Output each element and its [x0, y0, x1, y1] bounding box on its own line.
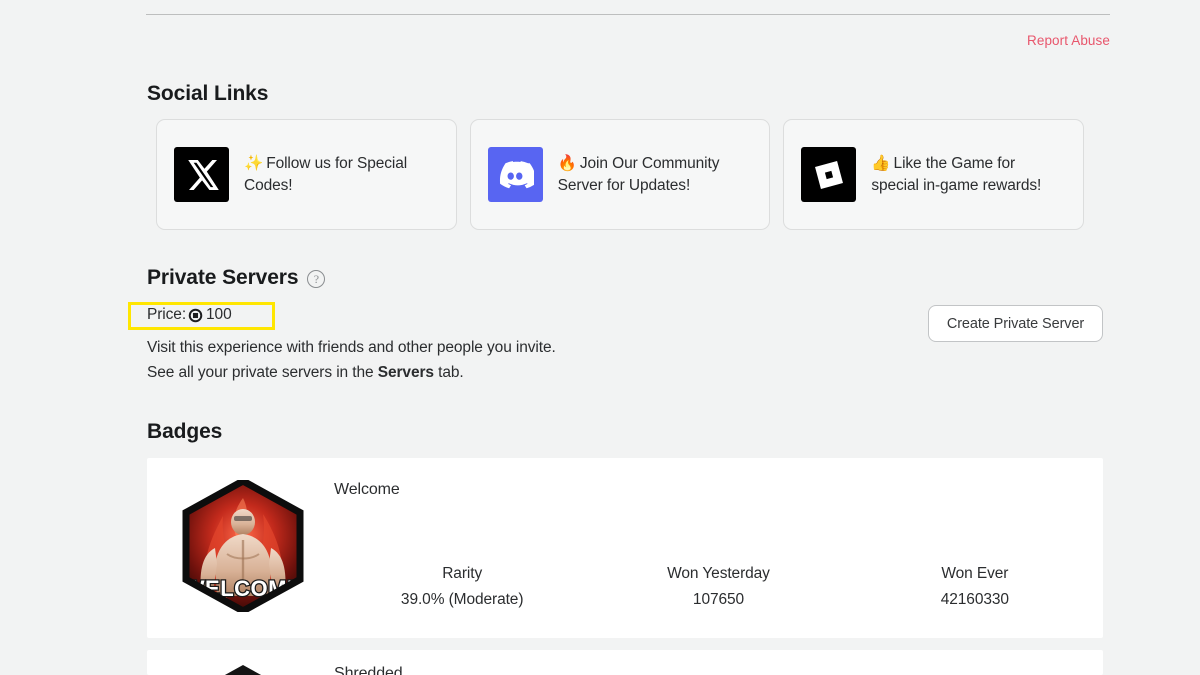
- x-twitter-icon: [174, 147, 229, 202]
- social-card-roblox[interactable]: 👍 Like the Game for special in-game rewar…: [783, 119, 1085, 230]
- social-card-x-label: ✨ Follow us for Special Codes!: [244, 154, 408, 194]
- badge-thumbnail-wrap: WELCOME: [169, 472, 317, 638]
- badge-details: Shredded: [317, 660, 1103, 675]
- question-mark-icon[interactable]: ?: [307, 270, 326, 288]
- badge-row[interactable]: Shredded: [147, 650, 1103, 675]
- badge-stat-rarity-value: 39.0% (Moderate): [400, 591, 524, 608]
- social-card-x[interactable]: ✨ Follow us for Special Codes!: [156, 119, 457, 230]
- badge-thumbnail-shredded[interactable]: [177, 664, 309, 675]
- section-divider: [146, 14, 1110, 15]
- badge-stat-won-ever: Won Ever 42160330: [847, 565, 1103, 609]
- sparkles-emoji: ✨: [244, 154, 264, 172]
- experience-details-page: Report Abuse Social Links ✨ Follow us for…: [0, 0, 1200, 675]
- badge-stat-won-ever-value: 42160330: [940, 591, 1009, 608]
- badge-stat-won-yesterday: Won Yesterday 107650: [590, 565, 846, 609]
- social-links-heading: Social Links: [147, 82, 269, 105]
- social-card-roblox-label: 👍 Like the Game for special in-game rewar…: [871, 154, 1042, 194]
- private-server-price: Price: 100: [147, 306, 232, 324]
- thumbs-up-emoji: 👍: [871, 154, 891, 172]
- social-card-discord[interactable]: 🔥 Join Our Community Server for Updates!: [469, 119, 771, 230]
- badge-thumbnail-welcome[interactable]: WELCOME: [177, 480, 309, 612]
- fire-emoji: 🔥: [557, 154, 577, 172]
- badge-title[interactable]: Shredded: [334, 660, 1103, 675]
- roblox-icon: [801, 147, 857, 202]
- badge-row-inner: Shredded: [147, 650, 1103, 675]
- report-abuse-link[interactable]: Report Abuse: [1027, 33, 1110, 48]
- badge-stat-rarity: Rarity 39.0% (Moderate): [334, 565, 590, 609]
- badges-heading: Badges: [147, 420, 223, 443]
- private-servers-desc-line-1: Visit this experience with friends and o…: [147, 339, 556, 356]
- price-value: 100: [206, 306, 232, 323]
- badge-thumbnail-wrap: [169, 660, 317, 675]
- badge-stat-won-yesterday-label: Won Yesterday: [667, 565, 770, 582]
- badge-details: Welcome Rarity 39.0% (Moderate) Won Yest…: [317, 472, 1103, 638]
- badge-row[interactable]: WELCOME Welcome Rarity 39.0% (Moderate) …: [147, 458, 1103, 638]
- social-links-row: ✨ Follow us for Special Codes! 🔥 Join Our …: [156, 119, 1085, 230]
- private-servers-desc-line-2: See all your private servers in the Serv…: [147, 363, 464, 381]
- private-servers-heading: Private Servers: [147, 266, 299, 289]
- badge-row-inner: WELCOME Welcome Rarity 39.0% (Moderate) …: [147, 458, 1103, 638]
- private-servers-description: Visit this experience with friends and o…: [147, 336, 556, 385]
- badge-title[interactable]: Welcome: [334, 472, 1103, 499]
- create-private-server-button[interactable]: Create Private Server: [928, 305, 1103, 342]
- price-label: Price:: [147, 306, 187, 323]
- badge-stat-won-yesterday-value: 107650: [692, 591, 745, 608]
- private-servers-heading-row: Private Servers ?: [147, 266, 326, 290]
- badge-stats-row: Rarity 39.0% (Moderate) Won Yesterday 10…: [334, 565, 1103, 609]
- social-card-discord-label: 🔥 Join Our Community Server for Updates!: [557, 154, 720, 194]
- servers-tab-link[interactable]: Servers: [378, 364, 434, 381]
- badge-stat-rarity-label: Rarity: [442, 565, 483, 582]
- badge-stat-won-ever-label: Won Ever: [941, 565, 1009, 582]
- robux-icon: [188, 308, 203, 323]
- discord-icon: [487, 147, 543, 202]
